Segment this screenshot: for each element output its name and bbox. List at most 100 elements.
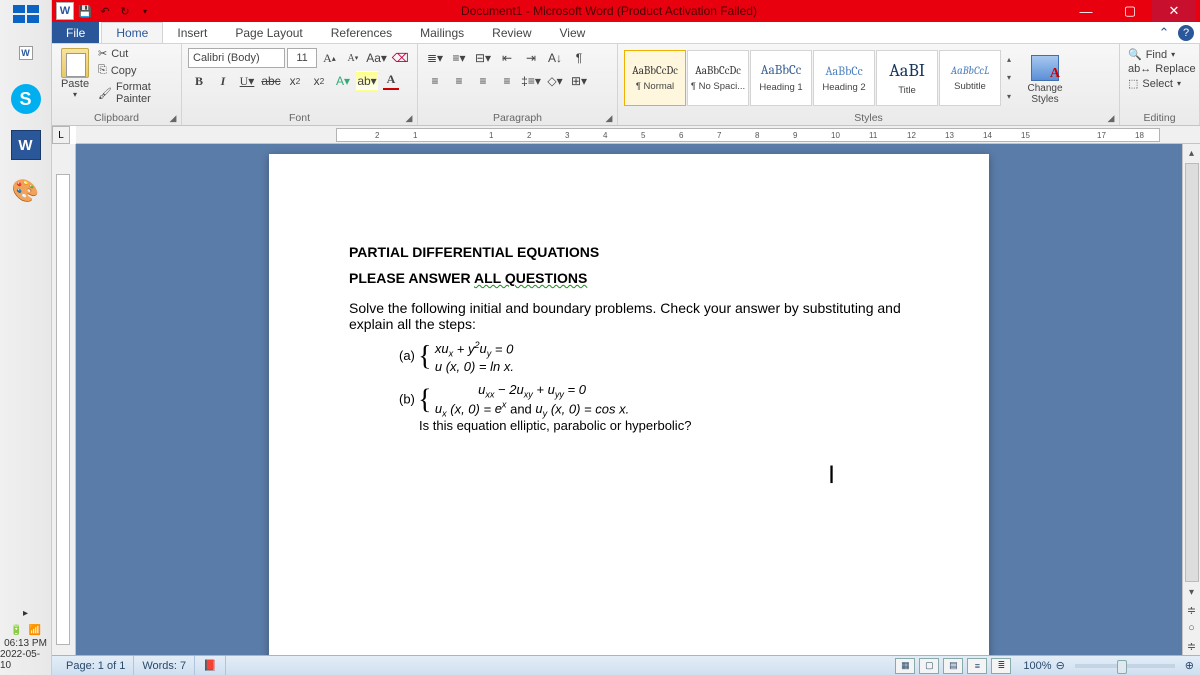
tab-review[interactable]: Review	[478, 22, 545, 43]
style-heading1[interactable]: AaBbCcHeading 1	[750, 50, 812, 106]
document-scroll[interactable]: PARTIAL DIFFERENTIAL EQUATIONS PLEASE AN…	[76, 144, 1182, 655]
qat-customize-icon[interactable]: ▾	[136, 2, 154, 20]
view-outline-button[interactable]: ≡	[967, 658, 987, 674]
show-marks-button[interactable]: ¶	[568, 48, 590, 68]
decrease-indent-button[interactable]: ⇤	[496, 48, 518, 68]
replace-button[interactable]: ab↔Replace	[1126, 63, 1193, 75]
text-effects-button[interactable]: A▾	[332, 71, 354, 91]
app-icon[interactable]: W	[56, 2, 74, 20]
browse-object-button[interactable]: ○	[1183, 619, 1200, 637]
taskbar-expand-icon[interactable]: ▸	[23, 608, 28, 619]
taskbar-app-skype[interactable]: S	[6, 79, 46, 119]
strike-button[interactable]: abc	[260, 71, 282, 91]
align-right-button[interactable]: ≡	[472, 71, 494, 91]
save-icon[interactable]: 💾	[76, 2, 94, 20]
style-subtitle[interactable]: AaBbCcLSubtitle	[939, 50, 1001, 106]
taskbar-time[interactable]: 06:13 PM	[4, 638, 47, 649]
style-title[interactable]: AaBITitle	[876, 50, 938, 106]
find-button[interactable]: 🔍Find▾	[1126, 48, 1193, 61]
tab-view[interactable]: View	[546, 22, 600, 43]
select-button[interactable]: ⬚Select▾	[1126, 77, 1193, 90]
maximize-button[interactable]: ▢	[1108, 0, 1152, 22]
shrink-font-button[interactable]: A▾	[342, 48, 363, 68]
page[interactable]: PARTIAL DIFFERENTIAL EQUATIONS PLEASE AN…	[269, 154, 989, 655]
font-color-button[interactable]: A	[380, 71, 402, 91]
undo-icon[interactable]: ↶	[96, 2, 114, 20]
bullets-button[interactable]: ≣▾	[424, 48, 446, 68]
subscript-button[interactable]: x2	[284, 71, 306, 91]
align-left-button[interactable]: ≡	[424, 71, 446, 91]
ruler-corner[interactable]: L	[52, 126, 70, 144]
paste-button[interactable]: Paste ▾	[58, 46, 92, 101]
taskbar-app-word-qat[interactable]: W	[6, 33, 46, 73]
tab-insert[interactable]: Insert	[163, 22, 221, 43]
clear-format-button[interactable]: ⌫	[390, 48, 411, 68]
copy-button[interactable]: ⎘Copy	[96, 63, 175, 78]
format-painter-button[interactable]: 🖌Format Painter	[96, 80, 175, 106]
taskbar-app-word[interactable]: W	[6, 125, 46, 165]
line-spacing-button[interactable]: ‡≡▾	[520, 71, 542, 91]
cut-button[interactable]: ✂Cut	[96, 46, 175, 61]
scroll-up-button[interactable]: ▴	[1183, 144, 1200, 162]
ribbon-minimize-icon[interactable]: ⌃	[1156, 25, 1172, 41]
view-draft-button[interactable]: ≣	[991, 658, 1011, 674]
justify-button[interactable]: ≡	[496, 71, 518, 91]
font-dialog-launcher[interactable]: ◢	[403, 112, 415, 124]
zoom-out-button[interactable]: ⊖	[1056, 659, 1065, 672]
change-styles-button[interactable]: A Change Styles	[1021, 51, 1069, 105]
start-button[interactable]	[2, 2, 50, 26]
font-size-select[interactable]: 11	[287, 48, 316, 68]
vertical-scrollbar[interactable]: ▴ ▾ ≑ ○ ≑	[1182, 144, 1200, 655]
clipboard-dialog-launcher[interactable]: ◢	[167, 112, 179, 124]
vertical-ruler[interactable]	[52, 144, 76, 655]
scroll-thumb[interactable]	[1185, 163, 1199, 582]
tab-mailings[interactable]: Mailings	[406, 22, 478, 43]
bold-button[interactable]: B	[188, 71, 210, 91]
next-page-button[interactable]: ≑	[1183, 637, 1200, 655]
status-words[interactable]: Words: 7	[134, 656, 195, 675]
shading-button[interactable]: ◇▾	[544, 71, 566, 91]
view-full-screen-button[interactable]: ▢	[919, 658, 939, 674]
view-print-layout-button[interactable]: ▦	[895, 658, 915, 674]
minimize-button[interactable]: —	[1064, 0, 1108, 22]
taskbar-app-paint[interactable]: 🎨	[6, 171, 46, 211]
tab-references[interactable]: References	[317, 22, 406, 43]
taskbar-date[interactable]: 2022-05-10	[0, 649, 51, 671]
redo-icon[interactable]: ↻	[116, 2, 134, 20]
styles-more-button[interactable]: ▴▾▾	[1002, 50, 1016, 106]
prev-page-button[interactable]: ≑	[1183, 601, 1200, 619]
style-no-spacing[interactable]: AaBbCcDc¶ No Spaci...	[687, 50, 749, 106]
font-name-select[interactable]: Calibri (Body)	[188, 48, 285, 68]
paragraph-dialog-launcher[interactable]: ◢	[603, 112, 615, 124]
grow-font-button[interactable]: A▴	[319, 48, 340, 68]
tab-home[interactable]: Home	[101, 22, 163, 43]
tab-file[interactable]: File	[52, 22, 99, 43]
change-case-button[interactable]: Aa▾	[366, 48, 388, 68]
increase-indent-button[interactable]: ⇥	[520, 48, 542, 68]
style-heading2[interactable]: AaBbCcHeading 2	[813, 50, 875, 106]
help-icon[interactable]: ?	[1178, 25, 1194, 41]
view-web-layout-button[interactable]: ▤	[943, 658, 963, 674]
scroll-down-button[interactable]: ▾	[1183, 583, 1200, 601]
window-title: Document1 - Microsoft Word (Product Acti…	[154, 4, 1064, 18]
horizontal-ruler[interactable]: 21 123 456 789 101112 131415 1718	[76, 126, 1200, 144]
zoom-in-button[interactable]: ⊕	[1185, 659, 1194, 672]
style-normal[interactable]: AaBbCcDc¶ Normal	[624, 50, 686, 106]
superscript-button[interactable]: x2	[308, 71, 330, 91]
zoom-level[interactable]: 100%	[1023, 660, 1051, 672]
tab-page-layout[interactable]: Page Layout	[221, 22, 316, 43]
styles-dialog-launcher[interactable]: ◢	[1105, 112, 1117, 124]
taskbar-tray[interactable]: 🔋📶	[10, 625, 41, 636]
highlight-button[interactable]: ab▾	[356, 71, 378, 91]
status-proofing-icon[interactable]: 📕	[195, 656, 226, 675]
multilevel-button[interactable]: ⊟▾	[472, 48, 494, 68]
zoom-slider[interactable]	[1075, 664, 1175, 668]
numbering-button[interactable]: ≡▾	[448, 48, 470, 68]
borders-button[interactable]: ⊞▾	[568, 71, 590, 91]
italic-button[interactable]: I	[212, 71, 234, 91]
sort-button[interactable]: A↓	[544, 48, 566, 68]
close-button[interactable]: ✕	[1152, 0, 1196, 22]
align-center-button[interactable]: ≡	[448, 71, 470, 91]
underline-button[interactable]: U▾	[236, 71, 258, 91]
status-page[interactable]: Page: 1 of 1	[58, 656, 134, 675]
